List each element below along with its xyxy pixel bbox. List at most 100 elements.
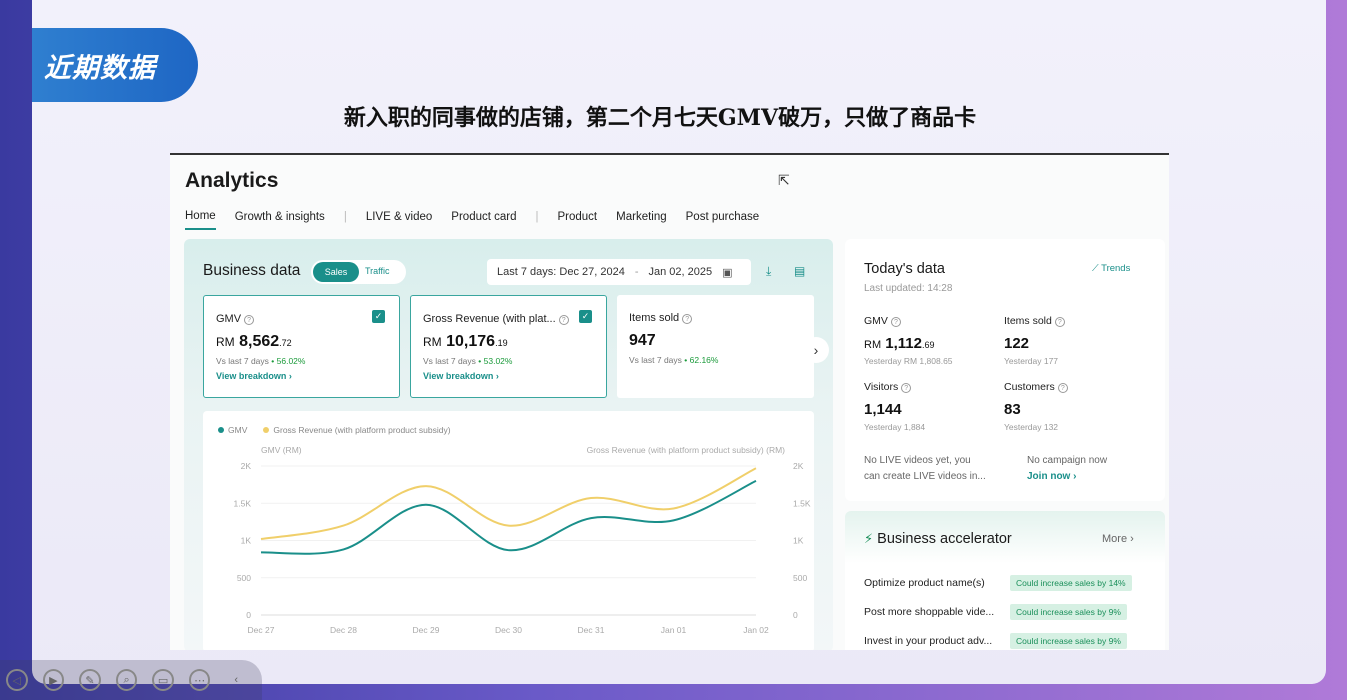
- card-label: GMV: [216, 313, 242, 325]
- series-line-gmv: [260, 479, 757, 555]
- help-icon[interactable]: ?: [1054, 317, 1065, 327]
- date-separator: -: [634, 266, 639, 278]
- accelerator-tip[interactable]: Invest in your product adv... Could incr…: [864, 633, 1127, 649]
- accelerator-tip[interactable]: Optimize product name(s) Could increase …: [864, 575, 1132, 591]
- tab-growth-insights[interactable]: Growth & insights: [235, 211, 325, 229]
- x-tick-label: Jan 02: [743, 625, 769, 635]
- card-value: RM 8,562.72: [216, 333, 292, 350]
- help-icon[interactable]: ?: [558, 315, 569, 325]
- metric-card-gmv[interactable]: GMV? ✓ RM 8,562.72 Vs last 7 days • 56.0…: [203, 295, 400, 398]
- help-icon[interactable]: ?: [244, 315, 255, 325]
- help-icon[interactable]: ?: [1057, 383, 1068, 393]
- accelerator-tip[interactable]: Post more shoppable vide... Could increa…: [864, 604, 1127, 620]
- tab-home[interactable]: Home: [185, 210, 216, 230]
- presentation-toolbar: ◁ ▶ ✎ ⌕ ▭ ⋯ ‹: [0, 660, 262, 700]
- tab-marketing[interactable]: Marketing: [616, 211, 667, 229]
- y-axis-left-title: GMV (RM): [261, 445, 302, 455]
- business-accelerator-panel: ⚡ Business accelerator More › Optimize p…: [845, 511, 1165, 650]
- y-tick-label: 1K: [241, 536, 252, 546]
- today-metric-customers: Customers? 83 Yesterday 132: [1004, 377, 1068, 432]
- tab-live-video[interactable]: LIVE & video: [366, 211, 432, 229]
- checkbox-checked-icon[interactable]: ✓: [579, 310, 592, 323]
- increase-badge: Could increase sales by 9%: [1010, 604, 1127, 620]
- increase-badge: Could increase sales by 14%: [1010, 575, 1132, 591]
- analytics-screenshot: Analytics ⇱ Home Growth & insights | LIV…: [170, 153, 1169, 650]
- today-metric-gmv: GMV? RM 1,112.69 Yesterday RM 1,808.65: [864, 315, 953, 366]
- tab-product[interactable]: Product: [558, 211, 598, 229]
- help-icon[interactable]: ?: [682, 314, 693, 324]
- calendar-icon: ▣: [722, 266, 733, 279]
- chart-canvas: GMV (RM) Gross Revenue (with platform pro…: [234, 445, 811, 635]
- tab-divider: |: [535, 211, 539, 223]
- page-title: Analytics: [185, 169, 279, 192]
- tab-product-card[interactable]: Product card: [451, 211, 516, 229]
- date-end: Jan 02, 2025: [648, 266, 713, 278]
- download-icon[interactable]: ⤓: [766, 264, 771, 279]
- previous-icon[interactable]: ◁: [6, 669, 28, 691]
- x-tick-label: Dec 31: [578, 625, 605, 635]
- y-tick-label-right: 2K: [793, 461, 804, 471]
- slide-headline: 新入职的同事做的店铺，第二个月七天GMV破万，只做了商品卡: [343, 105, 977, 131]
- chevron-right-icon[interactable]: ›: [803, 337, 829, 363]
- y-tick-label: 500: [237, 573, 251, 583]
- rocket-icon: ⚡: [864, 531, 874, 546]
- live-note: No LIVE videos yet, you can create LIVE …: [864, 455, 986, 482]
- x-tick-label: Dec 27: [248, 625, 275, 635]
- help-icon[interactable]: ?: [890, 317, 901, 327]
- campaign-note: No campaign now: [1027, 455, 1108, 466]
- y-tick-label-right: 1.5K: [793, 498, 811, 508]
- card-label: Items sold: [629, 312, 680, 324]
- help-icon[interactable]: ?: [901, 383, 912, 393]
- more-link[interactable]: More ›: [1102, 533, 1134, 545]
- trend-chart-icon: ⟋: [1092, 263, 1099, 274]
- metric-card-items-sold[interactable]: Items sold? 947 Vs last 7 days • 62.16%: [617, 295, 814, 398]
- zoom-icon[interactable]: ⌕: [115, 669, 138, 691]
- date-range-picker[interactable]: Last 7 days: Dec 27, 2024 - Jan 02, 2025…: [487, 259, 751, 285]
- nav-tabs: Home Growth & insights | LIVE & video Pr…: [185, 210, 778, 230]
- sales-traffic-toggle[interactable]: Sales Traffic: [311, 260, 406, 284]
- view-breakdown-link[interactable]: View breakdown ›: [216, 371, 387, 381]
- increase-badge: Could increase sales by 9%: [1010, 633, 1127, 649]
- y-tick-label-right: 1K: [793, 536, 804, 546]
- more-icon[interactable]: ⋯: [188, 669, 211, 691]
- section-badge: 近期数据: [32, 28, 198, 102]
- card-compare: Vs last 7 days • 56.02%: [216, 356, 306, 366]
- join-now-link[interactable]: Join now ›: [1027, 471, 1076, 482]
- y-tick-label-right: 0: [793, 610, 798, 620]
- tab-post-purchase[interactable]: Post purchase: [686, 211, 760, 229]
- y-tick-label: 2K: [241, 461, 252, 471]
- today-metric-items-sold: Items sold? 122 Yesterday 177: [1004, 311, 1065, 366]
- metric-card-gross-revenue[interactable]: Gross Revenue (with plat...? ✓ RM 10,176…: [410, 295, 607, 398]
- toggle-traffic[interactable]: Traffic: [365, 266, 390, 276]
- toggle-sales[interactable]: Sales: [313, 262, 359, 282]
- line-chart: GMV Gross Revenue (with platform product…: [203, 411, 814, 650]
- x-tick-label: Dec 30: [495, 625, 522, 635]
- y-axis-right-title: Gross Revenue (with platform product sub…: [587, 445, 786, 455]
- card-compare: Vs last 7 days • 53.02%: [423, 356, 513, 366]
- view-breakdown-link[interactable]: View breakdown ›: [423, 371, 594, 381]
- card-value: RM 10,176.19: [423, 333, 508, 350]
- card-label: Gross Revenue (with plat...: [423, 313, 556, 325]
- last-updated: Last updated: 14:28: [864, 283, 953, 294]
- checkbox-checked-icon[interactable]: ✓: [372, 310, 385, 323]
- date-label: Last 7 days:: [497, 266, 557, 278]
- business-data-panel: Business data Sales Traffic Last 7 days:…: [184, 239, 833, 650]
- date-start: Dec 27, 2024: [559, 266, 625, 278]
- x-tick-label: Jan 01: [661, 625, 687, 635]
- camera-icon[interactable]: ▭: [152, 669, 174, 691]
- card-compare: Vs last 7 days • 62.16%: [629, 355, 719, 365]
- accelerator-title: ⚡ Business accelerator: [864, 531, 1012, 547]
- tab-divider: |: [343, 211, 347, 223]
- mouse-cursor-icon: ⇱: [778, 172, 790, 188]
- x-tick-label: Dec 29: [413, 625, 440, 635]
- pen-icon[interactable]: ✎: [79, 669, 101, 691]
- play-icon[interactable]: ▶: [42, 669, 65, 691]
- collapse-icon[interactable]: ‹: [225, 669, 247, 691]
- business-data-title: Business data: [203, 262, 301, 279]
- trends-link[interactable]: ⟋ Trends: [1092, 263, 1130, 274]
- today-metric-visitors: Visitors? 1,144 Yesterday 1,884: [864, 381, 926, 432]
- y-tick-label: 0: [246, 610, 251, 620]
- todays-data-panel: Today's data Last updated: 14:28 ⟋ Trend…: [845, 239, 1165, 501]
- report-icon[interactable]: ▤: [794, 264, 805, 278]
- todays-data-title: Today's data: [864, 261, 945, 277]
